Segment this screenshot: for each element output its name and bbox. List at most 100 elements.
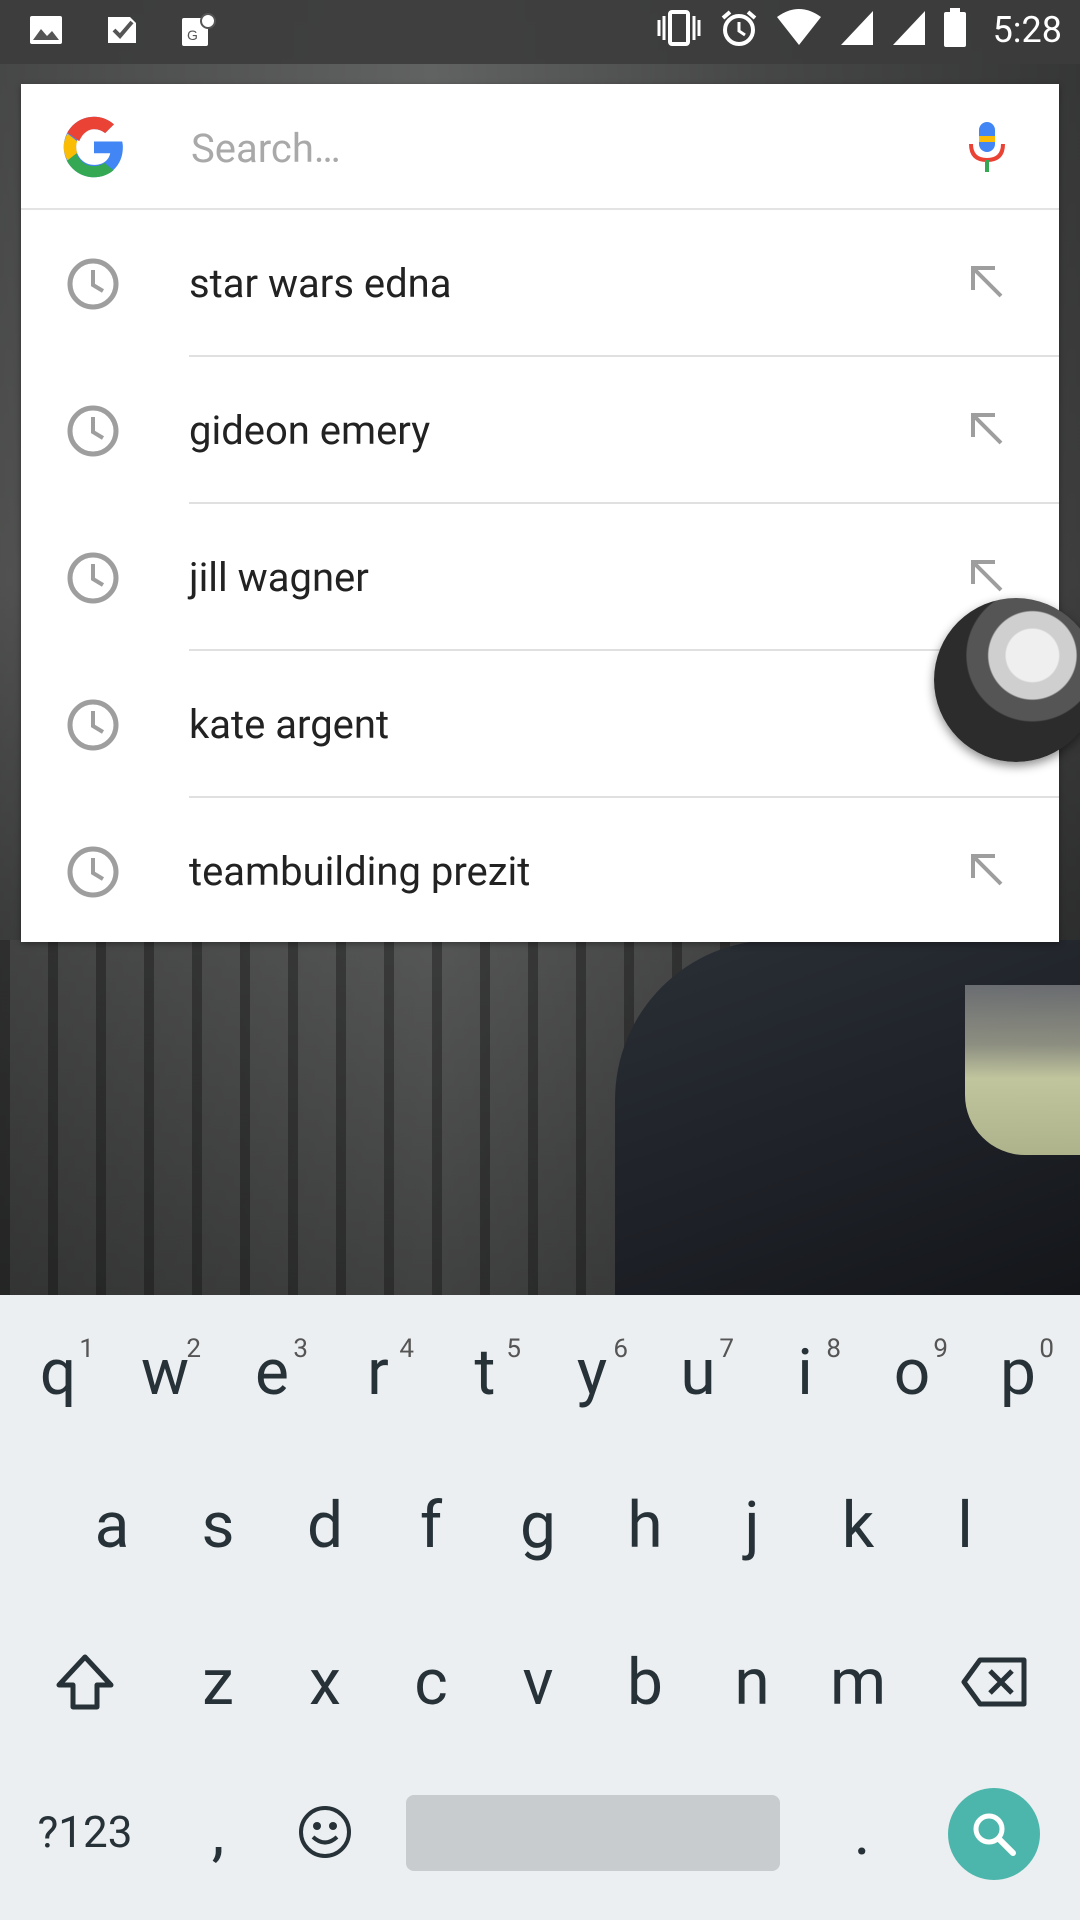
key-hint: 1 bbox=[79, 1334, 94, 1364]
key-label: d bbox=[306, 1487, 344, 1563]
key-label: w bbox=[140, 1334, 190, 1410]
key-n[interactable]: n bbox=[702, 1622, 802, 1742]
key-e[interactable]: e3 bbox=[222, 1312, 322, 1432]
key-a[interactable]: a bbox=[62, 1465, 162, 1585]
search-key[interactable] bbox=[948, 1788, 1040, 1880]
key-label: j bbox=[744, 1487, 760, 1563]
key-label: i bbox=[797, 1334, 813, 1410]
key-x[interactable]: x bbox=[275, 1622, 375, 1742]
key-r[interactable]: r4 bbox=[328, 1312, 428, 1432]
key-label: q bbox=[39, 1334, 77, 1410]
svg-text:G: G bbox=[187, 27, 198, 43]
key-label: h bbox=[627, 1487, 663, 1563]
key-w[interactable]: w2 bbox=[115, 1312, 215, 1432]
status-bar: G 5:28 bbox=[0, 0, 1080, 64]
key-label: y bbox=[576, 1334, 608, 1410]
key-q[interactable]: q1 bbox=[8, 1312, 108, 1432]
key-t[interactable]: t5 bbox=[435, 1312, 535, 1432]
key-m[interactable]: m bbox=[808, 1622, 908, 1742]
key-b[interactable]: b bbox=[595, 1622, 695, 1742]
key-label: k bbox=[841, 1487, 875, 1563]
key-i[interactable]: i8 bbox=[755, 1312, 855, 1432]
history-icon bbox=[65, 403, 121, 459]
battery-icon bbox=[943, 8, 967, 52]
key-label: a bbox=[94, 1487, 130, 1563]
key-k[interactable]: k bbox=[808, 1465, 908, 1585]
suggestion-item[interactable]: teambuilding prezit bbox=[21, 798, 1059, 945]
image-icon bbox=[28, 12, 64, 48]
key-label: . bbox=[853, 1794, 871, 1870]
shift-key[interactable] bbox=[35, 1622, 135, 1742]
key-d[interactable]: d bbox=[275, 1465, 375, 1585]
insert-query-arrow-icon[interactable] bbox=[965, 554, 1009, 598]
wifi-icon bbox=[775, 9, 823, 51]
google-logo-icon bbox=[61, 114, 127, 180]
key-p[interactable]: p0 bbox=[968, 1312, 1068, 1432]
key-h[interactable]: h bbox=[595, 1465, 695, 1585]
suggestion-label: kate argent bbox=[189, 701, 390, 748]
key-label: p bbox=[1000, 1334, 1036, 1410]
suggestion-item[interactable]: jill wagner bbox=[21, 504, 1059, 651]
suggestion-item[interactable]: gideon emery bbox=[21, 357, 1059, 504]
signal-icon bbox=[839, 9, 875, 51]
key-z[interactable]: z bbox=[168, 1622, 268, 1742]
key-y[interactable]: y6 bbox=[542, 1312, 642, 1432]
key-label: f bbox=[419, 1487, 443, 1563]
suggestion-label: star wars edna bbox=[189, 260, 452, 307]
key-label: m bbox=[829, 1644, 887, 1720]
suggestion-item[interactable]: star wars edna bbox=[21, 210, 1059, 357]
key-l[interactable]: l bbox=[915, 1465, 1015, 1585]
maps-icon: G bbox=[180, 12, 216, 48]
key-label: x bbox=[309, 1644, 341, 1720]
history-icon bbox=[65, 256, 121, 312]
key-label: z bbox=[202, 1644, 234, 1720]
history-icon bbox=[65, 697, 121, 753]
symbols-key[interactable]: ?123 bbox=[22, 1772, 148, 1892]
key-label: o bbox=[893, 1334, 931, 1410]
key-label: t bbox=[474, 1334, 496, 1410]
key-hint: 4 bbox=[399, 1334, 414, 1364]
key-f[interactable]: f bbox=[381, 1465, 481, 1585]
key-hint: 2 bbox=[186, 1334, 201, 1364]
key-v[interactable]: v bbox=[488, 1622, 588, 1742]
key-u[interactable]: u7 bbox=[648, 1312, 748, 1432]
key-label: b bbox=[627, 1644, 663, 1720]
key-j[interactable]: j bbox=[702, 1465, 802, 1585]
key-hint: 0 bbox=[1039, 1334, 1054, 1364]
suggestion-label: jill wagner bbox=[189, 554, 369, 601]
shift-icon bbox=[56, 1654, 114, 1710]
suggestion-label: gideon emery bbox=[189, 407, 431, 454]
key-label: r bbox=[367, 1334, 389, 1410]
backspace-key[interactable] bbox=[945, 1622, 1045, 1742]
key-label: n bbox=[734, 1644, 770, 1720]
key-label: g bbox=[520, 1487, 556, 1563]
status-time: 5:28 bbox=[992, 9, 1062, 51]
key-o[interactable]: o9 bbox=[862, 1312, 962, 1432]
key-label: u bbox=[680, 1334, 716, 1410]
background-wine-glass bbox=[965, 985, 1080, 1155]
key-s[interactable]: s bbox=[168, 1465, 268, 1585]
space-bar[interactable] bbox=[406, 1795, 780, 1871]
microphone-icon[interactable] bbox=[961, 120, 1013, 176]
search-icon bbox=[973, 1813, 1016, 1856]
emoji-icon bbox=[299, 1806, 351, 1858]
emoji-key[interactable] bbox=[275, 1772, 375, 1892]
search-input[interactable] bbox=[189, 112, 953, 184]
key-hint: 9 bbox=[933, 1334, 948, 1364]
suggestion-item[interactable]: kate argent bbox=[21, 651, 1059, 798]
period-key[interactable]: . bbox=[812, 1772, 912, 1892]
vibrate-icon bbox=[655, 8, 703, 52]
alarm-icon bbox=[719, 8, 759, 52]
key-g[interactable]: g bbox=[488, 1465, 588, 1585]
key-c[interactable]: c bbox=[381, 1622, 481, 1742]
insert-query-arrow-icon[interactable] bbox=[965, 848, 1009, 892]
history-icon bbox=[65, 844, 121, 900]
key-hint: 8 bbox=[826, 1334, 841, 1364]
insert-query-arrow-icon[interactable] bbox=[965, 407, 1009, 451]
insert-query-arrow-icon[interactable] bbox=[965, 260, 1009, 304]
history-icon bbox=[65, 550, 121, 606]
key-label: e bbox=[255, 1334, 289, 1410]
comma-key[interactable]: , bbox=[168, 1772, 268, 1892]
key-label: , bbox=[211, 1794, 225, 1870]
key-label: v bbox=[522, 1644, 554, 1720]
